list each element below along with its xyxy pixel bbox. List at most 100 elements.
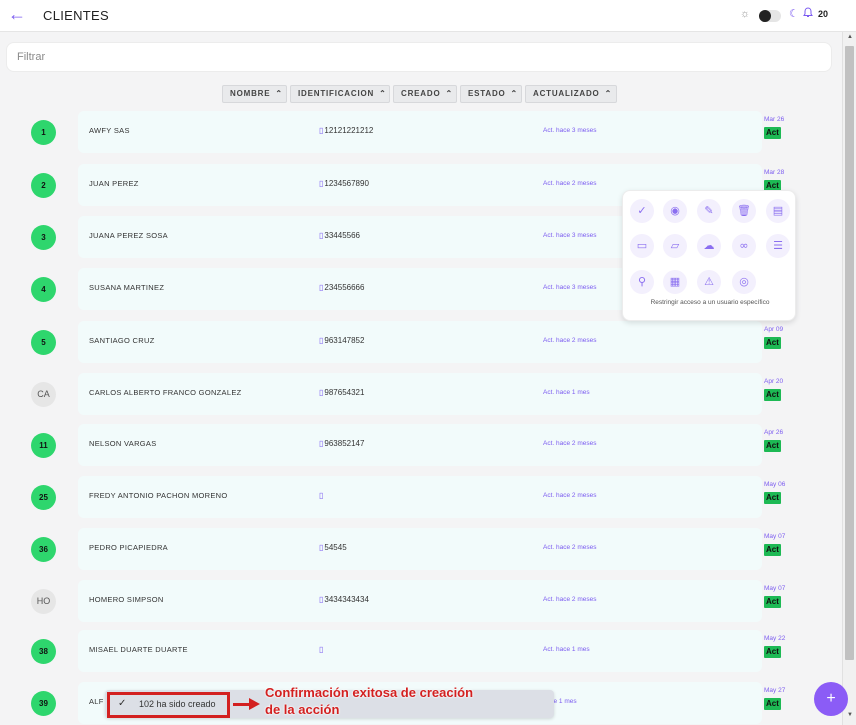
sort-button-identificacion[interactable]: IDENTIFICACION ⌃: [290, 85, 390, 103]
check-icon: ✓: [118, 698, 127, 709]
warning-icon[interactable]: ⚠: [697, 270, 721, 294]
back-arrow-icon[interactable]: ←: [8, 5, 26, 23]
comment-icon[interactable]: ▭: [630, 234, 654, 258]
client-card[interactable]: FREDY ANTONIO PACHON MORENO ▯ Act. hace 2 …: [78, 476, 762, 518]
filter-input[interactable]: [6, 42, 832, 72]
client-name: NELSON VARGAS: [89, 439, 157, 448]
chevron-up-icon: ⌃: [510, 89, 519, 98]
client-identification: ▯1234567890: [319, 179, 369, 188]
client-card[interactable]: CARLOS ALBERTO FRANCO GONZALEZ ▯987654321…: [78, 373, 762, 415]
id-card-icon: ▯: [319, 543, 324, 552]
client-name: SANTIAGO CRUZ: [89, 336, 155, 345]
chevron-up-icon: ⌃: [275, 89, 283, 98]
id-badge: 39: [31, 691, 56, 716]
top-bar: ← CLIENTES ☼ ☾ 20: [0, 0, 856, 32]
id-card-icon: ▯: [319, 231, 324, 240]
table-row[interactable]: 36 PEDRO PICAPIEDRA ▯54545 Act. hace 2 mese…: [0, 528, 790, 570]
glasses-icon[interactable]: ∞: [732, 234, 756, 258]
sort-label: ESTADO: [468, 89, 506, 98]
id-card-icon: ▯: [319, 645, 324, 654]
created-date: May 06: [764, 481, 786, 488]
status-badge: Act: [764, 127, 781, 139]
id-card-icon: ▯: [319, 179, 324, 188]
chevron-up-icon: ⌃: [379, 89, 387, 98]
status-badge: Act: [764, 544, 781, 556]
client-identification: ▯3434343434: [319, 595, 369, 604]
scrollbar[interactable]: ▲ ▼: [842, 32, 856, 725]
trash-icon[interactable]: 🗑: [732, 199, 756, 223]
updated-text: Act. hace 1 mes: [543, 389, 590, 396]
client-identification: ▯12121221212: [319, 126, 373, 135]
table-row[interactable]: HO HOMERO SIMPSON ▯3434343434 Act. hace 2 m…: [0, 580, 790, 622]
client-card[interactable]: SANTIAGO CRUZ ▯963147852 Act. hace 2 meses: [78, 321, 762, 363]
client-identification: ▯234556666: [319, 283, 364, 292]
table-row[interactable]: 11 NELSON VARGAS ▯963852147 Act. hace 2 mes…: [0, 424, 790, 466]
id-badge: 11: [31, 433, 56, 458]
identification-value: 963147852: [324, 336, 365, 345]
folder-icon[interactable]: ▱: [663, 234, 687, 258]
created-date: May 27: [764, 687, 786, 694]
sort-label: CREADO: [401, 89, 441, 98]
client-name: HOMERO SIMPSON: [89, 595, 164, 604]
scroll-down-icon[interactable]: ▼: [847, 712, 853, 718]
table-row[interactable]: 5 SANTIAGO CRUZ ▯963147852 Act. hace 2 mese…: [0, 321, 790, 363]
eye-icon[interactable]: ◉: [663, 199, 687, 223]
created-date: May 22: [764, 635, 786, 642]
updated-text: Act. hace 3 meses: [543, 232, 597, 239]
annotation-line-2: de la acción: [265, 702, 340, 717]
id-card-icon: ▯: [319, 283, 324, 292]
id-badge: 38: [31, 639, 56, 664]
check-icon[interactable]: ✓: [630, 199, 654, 223]
annotation-arrow-head: [249, 698, 260, 710]
updated-text: Act. hace 2 meses: [543, 492, 597, 499]
document-icon[interactable]: ▤: [766, 199, 790, 223]
client-name: JUAN PEREZ: [89, 179, 139, 188]
created-date: Apr 09: [764, 326, 784, 333]
client-identification: ▯54545: [319, 543, 347, 552]
table-row[interactable]: 1 AWFY SAS ▯12121221212 Act. hace 3 meses Ma…: [0, 111, 790, 153]
user-add-icon[interactable]: ⚲: [630, 270, 654, 294]
client-card[interactable]: PEDRO PICAPIEDRA ▯54545 Act. hace 2 meses: [78, 528, 762, 570]
identification-value: 987654321: [324, 388, 365, 397]
status-badge: Act: [764, 596, 781, 608]
client-card[interactable]: AWFY SAS ▯12121221212 Act. hace 3 meses: [78, 111, 762, 153]
updated-text: Act. hace 2 meses: [543, 544, 597, 551]
theme-toggle[interactable]: [759, 10, 781, 22]
client-card[interactable]: NELSON VARGAS ▯963852147 Act. hace 2 meses: [78, 424, 762, 466]
client-identification: ▯963147852: [319, 336, 364, 345]
id-badge: 4: [31, 277, 56, 302]
client-name: MISAEL DUARTE DUARTE: [89, 645, 188, 654]
annotation-line-1: Confirmación exitosa de creación: [265, 685, 474, 700]
sort-button-estado[interactable]: ESTADO ⌃: [460, 85, 522, 103]
id-badge: 25: [31, 485, 56, 510]
table-row[interactable]: 38 MISAEL DUARTE DUARTE ▯ Act. hace 1 mes Ma…: [0, 630, 790, 672]
identification-value: 963852147: [324, 439, 365, 448]
table-row[interactable]: 25 FREDY ANTONIO PACHON MORENO ▯ Act. hace …: [0, 476, 790, 518]
updated-text: Act. hace 2 meses: [543, 337, 597, 344]
created-date: Mar 26: [764, 116, 785, 123]
list-icon[interactable]: ☰: [766, 234, 790, 258]
sort-button-actualizado[interactable]: ACTUALIZADO ⌃: [525, 85, 617, 103]
bell-icon[interactable]: [803, 7, 813, 21]
created-date: Apr 20: [764, 378, 784, 385]
add-client-button[interactable]: +: [814, 682, 848, 716]
id-badge: 36: [31, 537, 56, 562]
id-badge: 2: [31, 173, 56, 198]
id-card-icon: ▯: [319, 336, 324, 345]
cloud-upload-icon[interactable]: ☁: [697, 234, 721, 258]
sort-button-nombre[interactable]: NOMBRE ⌃: [222, 85, 287, 103]
receipt-icon[interactable]: ▦: [663, 270, 687, 294]
sort-button-creado[interactable]: CREADO ⌃: [393, 85, 457, 103]
client-identification: ▯: [319, 491, 324, 500]
edit-icon[interactable]: ✎: [697, 199, 721, 223]
scrollbar-thumb[interactable]: [845, 46, 854, 660]
scroll-up-icon[interactable]: ▲: [847, 34, 853, 40]
id-card-icon: ▯: [319, 126, 324, 135]
client-card[interactable]: MISAEL DUARTE DUARTE ▯ Act. hace 1 mes: [78, 630, 762, 672]
status-badge: Act: [764, 646, 781, 658]
client-card[interactable]: HOMERO SIMPSON ▯3434343434 Act. hace 2 mes…: [78, 580, 762, 622]
id-card-icon: ▯: [319, 491, 324, 500]
table-row[interactable]: CA CARLOS ALBERTO FRANCO GONZALEZ ▯9876543…: [0, 373, 790, 415]
client-name: FREDY ANTONIO PACHON MORENO: [89, 491, 228, 500]
user-circle-icon[interactable]: ◎: [732, 270, 756, 294]
